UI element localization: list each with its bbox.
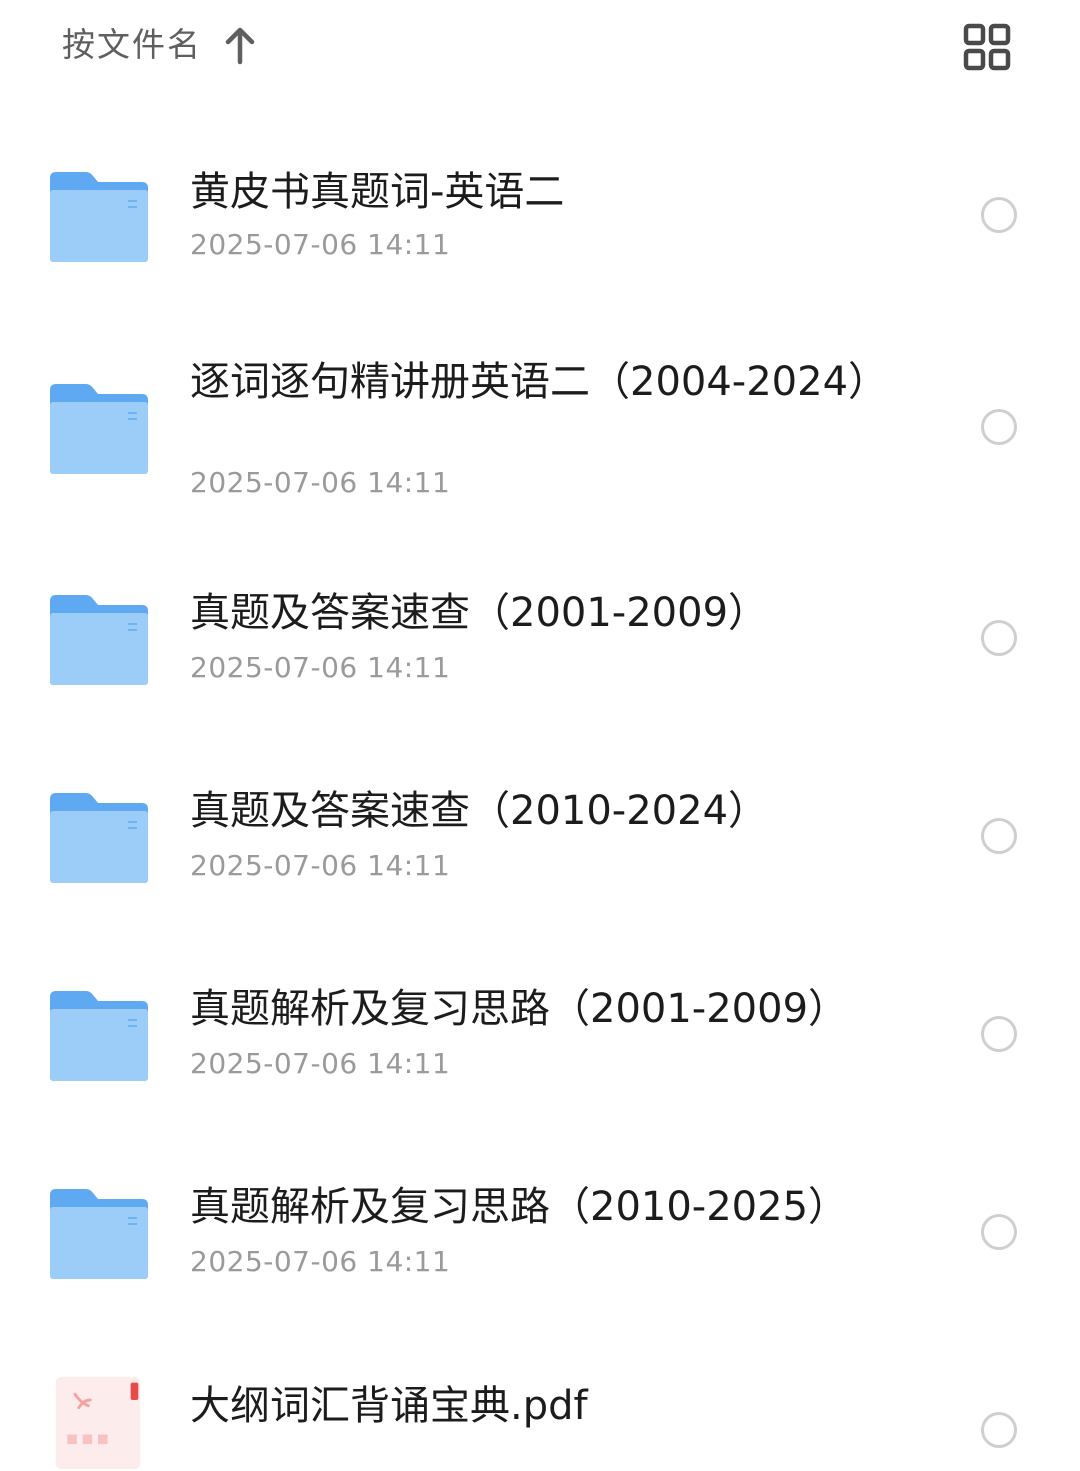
select-radio[interactable] [981,620,1017,656]
list-item[interactable]: 真题及答案速查（2010-2024） 2025-07-06 14:11 [0,773,1080,903]
file-date: 2025-07-06 14:11 [190,1047,451,1080]
select-radio[interactable] [981,1214,1017,1250]
folder-icon [50,595,148,685]
select-radio[interactable] [981,1412,1017,1448]
list-item[interactable]: 黄皮书真题词-英语二 2025-07-06 14:11 [0,150,1080,280]
file-name: 真题及答案速查（2001-2009） [190,590,769,636]
file-name: 真题及答案速查（2010-2024） [190,788,769,834]
file-list: 黄皮书真题词-英语二 2025-07-06 14:11 逐词逐句精讲册英语二（2… [0,0,1080,1470]
select-radio[interactable] [981,1016,1017,1052]
folder-icon [50,1189,148,1279]
file-date: 2025-07-06 14:11 [190,651,451,684]
file-name: 逐词逐句精讲册英语二（2004-2024） [190,359,889,405]
list-item[interactable]: 逐词逐句精讲册英语二（2004-2024） 2025-07-06 14:11 [0,352,1080,502]
list-item[interactable]: 真题解析及复习思路（2010-2025） 2025-07-06 14:11 [0,1169,1080,1299]
file-date: 2025-07-06 14:11 [190,849,451,882]
folder-icon [50,991,148,1081]
select-radio[interactable] [981,409,1017,445]
file-name: 大纲词汇背诵宝典.pdf [190,1383,588,1429]
list-item[interactable]: 大纲词汇背诵宝典.pdf [0,1370,1080,1470]
select-radio[interactable] [981,197,1017,233]
file-name: 真题解析及复习思路（2010-2025） [190,1184,849,1230]
list-item[interactable]: 真题解析及复习思路（2001-2009） 2025-07-06 14:11 [0,971,1080,1101]
folder-icon [50,384,148,474]
list-item[interactable]: 真题及答案速查（2001-2009） 2025-07-06 14:11 [0,575,1080,705]
folder-icon [50,172,148,262]
file-name: 黄皮书真题词-英语二 [190,169,565,215]
file-date: 2025-07-06 14:11 [190,228,451,261]
file-name: 真题解析及复习思路（2001-2009） [190,986,849,1032]
pdf-file-icon [55,1376,141,1470]
file-date: 2025-07-06 14:11 [190,466,451,499]
select-radio[interactable] [981,818,1017,854]
file-date: 2025-07-06 14:11 [190,1245,451,1278]
folder-icon [50,793,148,883]
